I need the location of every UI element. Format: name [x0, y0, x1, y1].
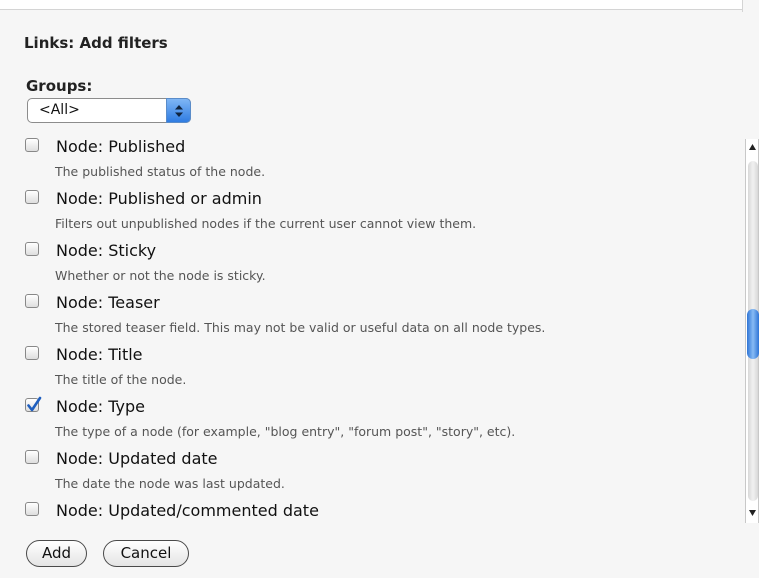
filter-label: Node: Teaser	[56, 293, 160, 312]
filter-description: Filters out unpublished nodes if the cur…	[55, 216, 477, 231]
filter-label: Node: Sticky	[56, 241, 157, 260]
list-scrollbar[interactable]	[745, 139, 759, 523]
filter-checkbox[interactable]	[25, 502, 39, 516]
filter-checkbox-checked[interactable]	[25, 396, 42, 412]
groups-label: Groups:	[26, 77, 93, 95]
filter-description: The date the node was last updated.	[55, 476, 285, 491]
filter-description: The type of a node (for example, "blog e…	[55, 424, 516, 439]
filter-label: Node: Updated/commented date	[56, 501, 319, 520]
filter-label: Node: Type	[56, 397, 145, 416]
filter-description: Whether or not the node is sticky.	[55, 268, 266, 283]
filter-checkbox[interactable]	[25, 138, 39, 152]
select-arrows-icon	[166, 98, 191, 123]
filter-label: Node: Published or admin	[56, 189, 262, 208]
cancel-button[interactable]: Cancel	[103, 540, 189, 567]
filter-label: Node: Published	[56, 137, 186, 156]
filter-description: The published status of the node.	[55, 164, 266, 179]
scroll-up-icon[interactable]	[748, 142, 757, 152]
filter-checkbox[interactable]	[25, 190, 39, 204]
filter-list: Node: Published The published status of …	[20, 132, 744, 525]
top-panel-edge	[0, 0, 742, 10]
filter-label: Node: Updated date	[56, 449, 218, 468]
filter-checkbox[interactable]	[25, 294, 39, 308]
filter-description: The stored teaser field. This may not be…	[55, 320, 546, 335]
panel-border	[742, 0, 743, 12]
groups-select-value: <All>	[39, 102, 80, 118]
filter-label: Node: Title	[56, 345, 143, 364]
filter-checkbox[interactable]	[25, 242, 39, 256]
filter-description: The title of the node.	[55, 372, 187, 387]
scrollbar-thumb[interactable]	[747, 309, 759, 359]
scroll-down-icon[interactable]	[748, 508, 757, 518]
checkmark-icon	[27, 396, 42, 412]
groups-select[interactable]: <All>	[27, 98, 191, 123]
filter-checkbox[interactable]	[25, 450, 39, 464]
form-title: Links: Add filters	[24, 34, 168, 52]
filter-checkbox[interactable]	[25, 346, 39, 360]
add-button[interactable]: Add	[26, 540, 87, 567]
